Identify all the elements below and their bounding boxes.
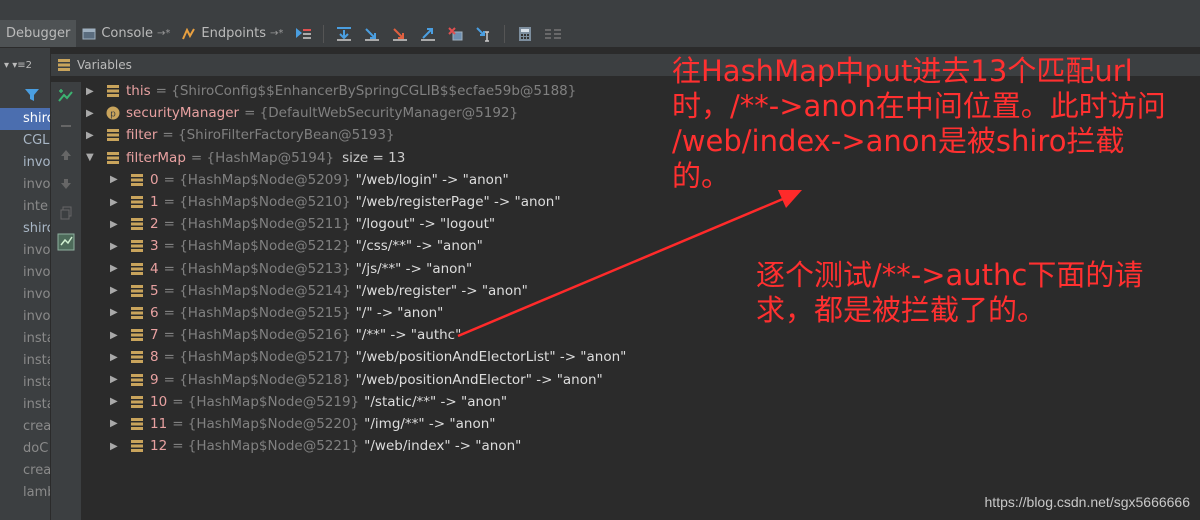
annotation-line: 往HashMap中put进去13个匹配url: [672, 54, 1133, 88]
annotation-line: 时，/**->anon在中间位置。此时访问: [672, 89, 1166, 123]
annotation-line: 的。: [672, 159, 731, 193]
watermark: https://blog.csdn.net/sgx5666666: [984, 494, 1190, 510]
annotation-line: 求，都是被拦截了的。: [756, 293, 1047, 327]
annotation-note-1: 往HashMap中put进去13个匹配url 时，/**->anon在中间位置。…: [672, 54, 1192, 194]
annotation-arrow-line: [457, 194, 791, 338]
annotation-line: 逐个测试/**->authc下面的请: [756, 258, 1144, 292]
annotation-note-2: 逐个测试/**->authc下面的请 求，都是被拦截了的。: [756, 258, 1196, 328]
annotation-line: /web/index->anon是被shiro拦截: [672, 124, 1125, 158]
